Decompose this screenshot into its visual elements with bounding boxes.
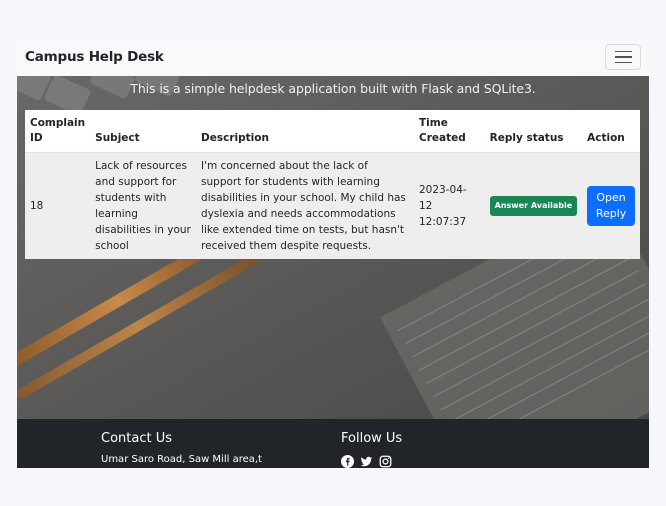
cell-time: 2023-04-12 12:07:37 (414, 152, 485, 259)
hero-section: This is a simple helpdesk application bu… (17, 76, 649, 419)
hero-subtitle: This is a simple helpdesk application bu… (130, 81, 536, 96)
follow-heading: Follow Us (341, 431, 403, 446)
twitter-icon[interactable] (360, 453, 373, 467)
column-header-action: Action (582, 110, 640, 153)
cell-status: Answer Available (484, 152, 583, 259)
footer: Contact Us Umar Saro Road, Saw Mill area… (17, 419, 649, 468)
table-row: 18 Lack of resources and support for stu… (25, 152, 640, 259)
complaints-table: Complain ID Subject Description Time Cre… (25, 110, 640, 259)
cell-id: 18 (25, 152, 91, 259)
column-header-description: Description (196, 110, 414, 153)
brand-title[interactable]: Campus Help Desk (25, 49, 164, 65)
status-badge: Answer Available (489, 196, 578, 216)
column-header-time: Time Created (414, 110, 485, 153)
social-icons (341, 453, 392, 468)
open-reply-button[interactable]: Open Reply (587, 186, 635, 226)
page-frame: Campus Help Desk This is a simple helpde… (17, 38, 649, 468)
facebook-icon[interactable] (341, 453, 354, 468)
column-header-subject: Subject (90, 110, 197, 153)
contact-address: Umar Saro Road, Saw Mill area,t (101, 454, 262, 465)
instagram-icon[interactable] (379, 453, 392, 468)
contact-heading: Contact Us (101, 431, 172, 446)
column-header-id: Complain ID (25, 110, 91, 153)
hamburger-icon[interactable] (605, 44, 641, 70)
cell-action: Open Reply (582, 152, 640, 259)
navbar: Campus Help Desk (17, 38, 649, 76)
column-header-status: Reply status (484, 110, 583, 153)
cell-subject: Lack of resources and support for studen… (90, 152, 197, 259)
cell-description: I'm concerned about the lack of support … (196, 152, 414, 259)
table-header-row: Complain ID Subject Description Time Cre… (25, 110, 640, 153)
